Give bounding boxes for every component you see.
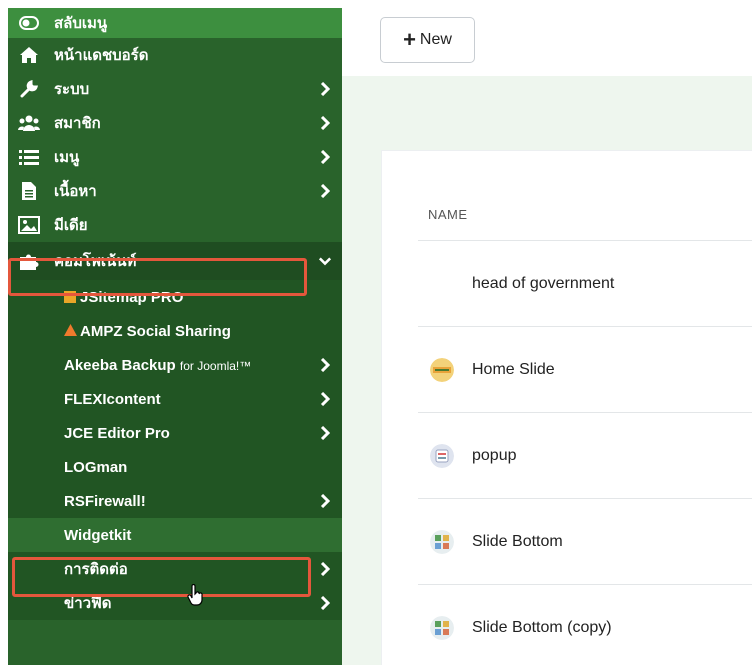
sidebar-item-label: AMPZ Social Sharing: [80, 322, 231, 340]
sidebar-item-label: Akeeba Backup for Joomla!™: [64, 357, 251, 374]
sidebar-item-label: มีเดีย: [54, 217, 88, 234]
chevron-right-icon: [319, 82, 331, 96]
chevron-right-icon: [319, 596, 331, 610]
users-icon: [18, 112, 40, 134]
sidebar-item-label: เนื้อหา: [54, 183, 97, 200]
sidebar-item-flexicontent[interactable]: FLEXIcontent: [8, 382, 342, 416]
akeeba-name: Akeeba Backup: [64, 356, 176, 374]
table-row[interactable]: popup: [418, 412, 752, 498]
toggle-icon: [18, 12, 40, 34]
sidebar-item-label: สมาชิก: [54, 115, 101, 132]
file-icon: [18, 180, 40, 202]
item-name[interactable]: Slide Bottom: [472, 533, 563, 551]
akeeba-suffix: for Joomla!™: [179, 358, 252, 373]
sidebar: สลับเมนู หน้าแดชบอร์ด ระบบ สมาชิก เมนู เ…: [8, 8, 342, 665]
popup-thumbnail-icon: [430, 444, 454, 468]
item-name[interactable]: popup: [472, 447, 517, 465]
sidebar-item-widgetkit[interactable]: Widgetkit: [8, 518, 342, 552]
sidebar-item-label: LOGman: [64, 458, 128, 476]
sidebar-item-system[interactable]: ระบบ: [8, 72, 342, 106]
plus-icon: +: [403, 27, 416, 52]
new-button[interactable]: + New: [380, 17, 475, 63]
chevron-right-icon: [319, 494, 331, 508]
table-row[interactable]: Home Slide: [418, 326, 752, 412]
sidebar-item-label: เมนู: [54, 149, 80, 166]
table-row[interactable]: Slide Bottom: [418, 498, 752, 584]
list-icon: [18, 146, 40, 168]
sidebar-item-ampz[interactable]: AMPZ Social Sharing: [8, 314, 342, 348]
sidebar-item-content[interactable]: เนื้อหา: [8, 174, 342, 208]
warning-triangle-icon: [64, 323, 77, 340]
sidebar-item-members[interactable]: สมาชิก: [8, 106, 342, 140]
item-name[interactable]: head of government: [472, 275, 614, 293]
chevron-right-icon: [319, 150, 331, 164]
table-row[interactable]: Slide Bottom (copy): [418, 584, 752, 665]
puzzle-icon: [18, 250, 40, 272]
sidebar-item-label: RSFirewall!: [64, 492, 146, 510]
sidebar-item-label: ระบบ: [54, 81, 90, 98]
wrench-icon: [18, 78, 40, 100]
chevron-right-icon: [319, 392, 331, 406]
sidebar-item-media[interactable]: มีเดีย: [8, 208, 342, 242]
grid-thumbnail-icon: [430, 616, 454, 640]
sidebar-item-label: คอมโพเน้นท์: [54, 253, 137, 270]
sidebar-item-akeeba[interactable]: Akeeba Backup for Joomla!™: [8, 348, 342, 382]
chevron-right-icon: [319, 358, 331, 372]
sidebar-item-rsfirewall[interactable]: RSFirewall!: [8, 484, 342, 518]
table-row[interactable]: head of government: [418, 240, 752, 326]
chevron-right-icon: [319, 184, 331, 198]
sidebar-item-jce-editor[interactable]: JCE Editor Pro: [8, 416, 342, 450]
sidebar-item-label: ข่าวฟีด: [64, 595, 112, 612]
column-header-name[interactable]: NAME: [428, 207, 468, 222]
sidebar-item-label: สลับเมนู: [54, 15, 108, 32]
sidebar-item-logman[interactable]: LOGman: [8, 450, 342, 484]
slideshow-thumbnail-icon: [430, 358, 454, 382]
sidebar-item-dashboard[interactable]: หน้าแดชบอร์ด: [8, 38, 342, 72]
sidebar-item-contacts[interactable]: การติดต่อ: [8, 552, 342, 586]
grid-thumbnail-icon: [430, 530, 454, 554]
home-icon: [18, 44, 40, 66]
chevron-right-icon: [319, 426, 331, 440]
chevron-right-icon: [319, 562, 331, 576]
item-name[interactable]: Home Slide: [472, 361, 555, 379]
new-button-label: New: [419, 31, 452, 48]
sidebar-item-label: การติดต่อ: [64, 561, 128, 578]
sidebar-item-label: หน้าแดชบอร์ด: [54, 47, 149, 64]
sidebar-item-label: Widgetkit: [64, 526, 132, 544]
chevron-down-icon: [319, 254, 331, 268]
item-name[interactable]: Slide Bottom (copy): [472, 619, 612, 637]
jsitemap-icon: [64, 291, 76, 303]
sidebar-item-jsitemap[interactable]: JSitemap PRO: [8, 280, 342, 314]
sidebar-item-toggle-menu[interactable]: สลับเมนู: [8, 8, 342, 38]
image-icon: [18, 214, 40, 236]
sidebar-item-label: JCE Editor Pro: [64, 424, 170, 442]
hand-cursor-icon: [187, 584, 203, 606]
sidebar-item-label: FLEXIcontent: [64, 390, 161, 408]
chevron-right-icon: [319, 116, 331, 130]
sidebar-item-newsfeeds[interactable]: ข่าวฟีด: [8, 586, 342, 620]
sidebar-item-label: JSitemap PRO: [80, 288, 184, 306]
sidebar-item-components[interactable]: คอมโพเน้นท์: [8, 242, 342, 280]
sidebar-item-menus[interactable]: เมนู: [8, 140, 342, 174]
